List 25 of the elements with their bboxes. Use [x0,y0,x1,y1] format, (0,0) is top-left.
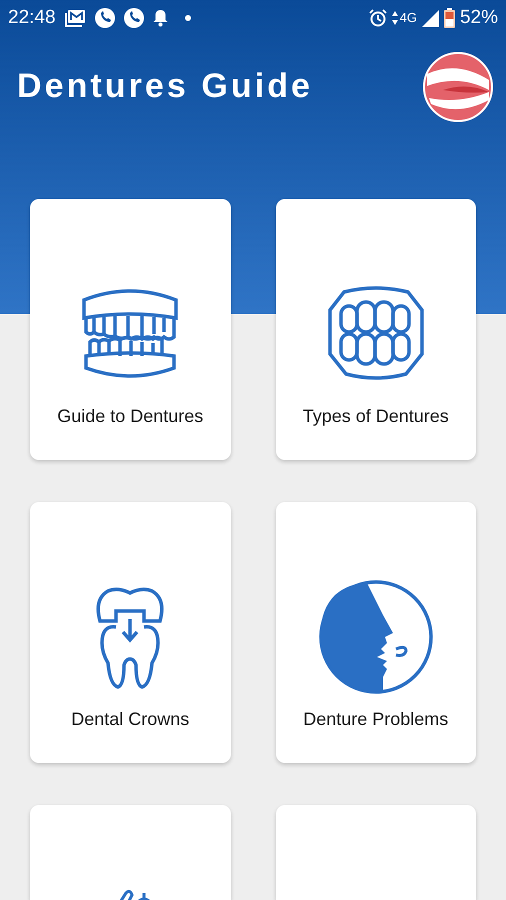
bell-icon [152,9,168,27]
dot-icon [184,15,191,21]
battery-icon [444,8,455,28]
card-title: Denture Problems [303,708,448,731]
phone-icon [124,8,144,28]
network-type: 4G [400,9,417,28]
signal-icon [422,10,439,26]
menu-card[interactable]: Dental Crowns [30,502,230,763]
card-title: Guide to Dentures [57,405,204,428]
app-title: Dentures Guide [17,66,313,106]
menu-card[interactable]: Denture Problems [276,502,476,763]
menu-card[interactable]: Guide to Dentures [30,199,230,460]
menu-card[interactable]: Types of Dentures [276,199,476,460]
battery-percent: 52% [460,6,498,30]
status-time: 22:48 [8,6,56,30]
alarm-icon [368,9,387,27]
teeth-logo-icon [423,52,493,122]
data-arrows-icon [392,11,398,25]
card-title: Dental Crowns [71,708,190,731]
menu-card[interactable] [30,805,230,900]
card-title: Types of Dentures [302,405,449,428]
phone-icon [94,8,115,28]
face-profile-icon [318,579,434,695]
menu-card[interactable] [276,805,476,900]
gallery-mail-icon [64,9,86,27]
